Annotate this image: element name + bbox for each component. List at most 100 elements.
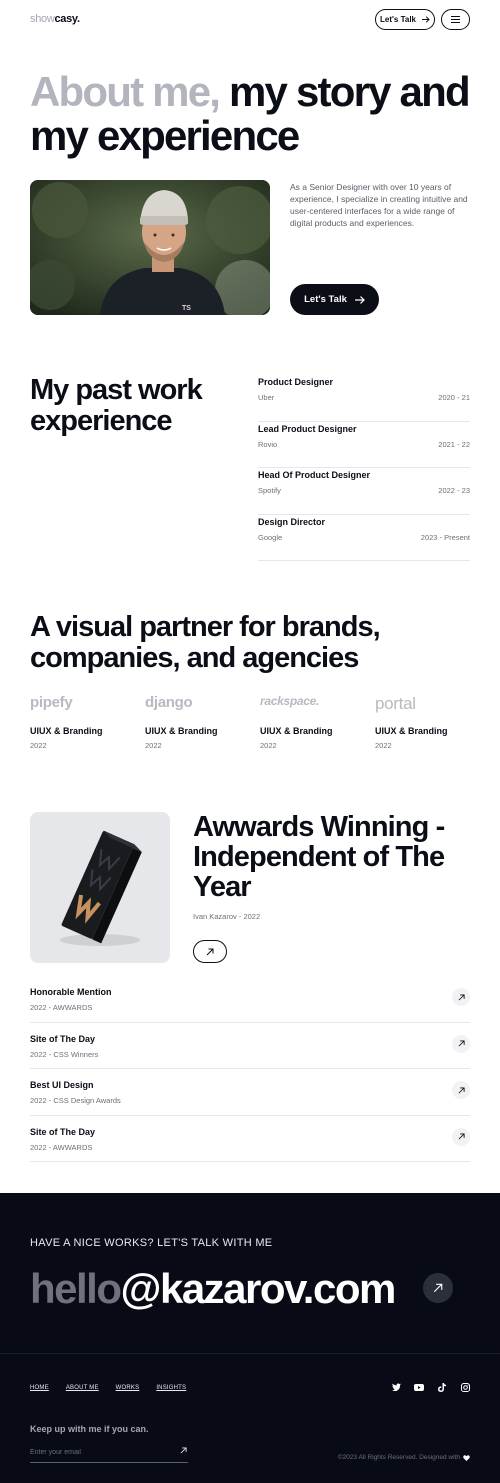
- partner-card[interactable]: portal UIUX & Branding 2022: [375, 694, 490, 750]
- arrow-up-right-icon: [458, 993, 465, 1000]
- experience-period: 2021 - 22: [438, 439, 470, 449]
- partner-year: 2022: [375, 741, 392, 750]
- twitter-icon[interactable]: [391, 1382, 401, 1392]
- award-name: Site of The Day: [30, 1033, 96, 1044]
- awards-link-button[interactable]: [193, 940, 227, 963]
- award-name: Honorable Mention: [30, 987, 112, 997]
- awards-subtitle: Ivan Kazarov - 2022: [193, 912, 261, 921]
- experience-item: Design Director Google 2023 - Present: [258, 515, 470, 561]
- experience-item: Lead Product Designer Rovio 2021 - 22: [258, 422, 470, 468]
- header-lets-talk-label: Let's Talk: [380, 15, 416, 24]
- site-header: showcasy. Let's Talk: [0, 0, 500, 40]
- instagram-icon[interactable]: [460, 1382, 470, 1392]
- award-row[interactable]: Site of The Day 2022 - AWWARDS: [30, 1116, 470, 1162]
- award-trophy-image: [30, 812, 170, 963]
- footer-nav-home[interactable]: HOME: [30, 1385, 49, 1391]
- menu-button[interactable]: [441, 9, 470, 30]
- experience-company: Spotify: [258, 486, 281, 495]
- footer-divider: [0, 1353, 500, 1354]
- youtube-icon[interactable]: [414, 1382, 424, 1392]
- arrow-up-right-icon: [180, 1446, 187, 1453]
- partner-year: 2022: [260, 741, 277, 750]
- hamburger-icon: [451, 16, 460, 23]
- arrow-up-right-icon: [458, 1040, 465, 1047]
- partner-category: UIUX & Branding: [260, 726, 333, 736]
- partner-card[interactable]: django UIUX & Branding 2022: [145, 694, 260, 750]
- experience-period: 2022 - 23: [438, 486, 470, 495]
- newsletter-heading: Keep up with me if you can.: [30, 1424, 149, 1434]
- portrait-photo: TS: [30, 180, 270, 315]
- header-lets-talk-button[interactable]: Let's Talk: [375, 9, 435, 30]
- experience-company: Uber: [258, 393, 275, 402]
- award-link[interactable]: [452, 1127, 470, 1146]
- award-name: Site of The Day: [30, 1126, 96, 1137]
- copyright-text: ©2023 All Rights Reserved. Designed with: [338, 1454, 470, 1461]
- award-link[interactable]: [452, 1081, 470, 1099]
- partners-heading: A visual partner for brands, companies, …: [30, 611, 381, 674]
- newsletter-email-input[interactable]: [30, 1443, 188, 1463]
- award-row[interactable]: Site of The Day 2022 - CSS Winners: [30, 1023, 470, 1069]
- experience-role: Design Director: [258, 516, 326, 527]
- email-send-button[interactable]: [423, 1273, 453, 1303]
- arrow-right-icon: [422, 16, 430, 23]
- award-meta: 2022 - AWWARDS: [30, 1142, 93, 1152]
- experience-item: Product Designer Uber 2020 - 21: [258, 375, 470, 422]
- award-link[interactable]: [452, 1034, 470, 1053]
- heart-icon: [463, 1454, 470, 1461]
- experience-company: Rovio: [258, 439, 278, 449]
- page-title-grey: About me,: [30, 68, 221, 115]
- logo-light-part: show: [30, 13, 55, 25]
- portal-logo: portal: [375, 694, 416, 713]
- experience-period: 2020 - 21: [438, 393, 470, 402]
- pipefy-logo: pipefy: [30, 694, 73, 711]
- contact-email-link[interactable]: hello@kazarov.com: [30, 1265, 397, 1312]
- footer-nav-works[interactable]: WORKS: [116, 1385, 140, 1391]
- hero-lets-talk-button[interactable]: Let's Talk: [290, 284, 379, 315]
- award-name: Best UI Design: [30, 1080, 94, 1090]
- footer-nav: HOME ABOUT ME WORKS INSIGHTS: [30, 1385, 186, 1391]
- awards-list: Honorable Mention 2022 - AWWARDS Site of…: [30, 976, 470, 1162]
- arrow-up-right-icon: [206, 948, 214, 955]
- experience-list: Product Designer Uber 2020 - 21 Lead Pro…: [258, 375, 470, 561]
- experience-period: 2023 - Present: [420, 532, 470, 542]
- footer-nav-about[interactable]: ABOUT ME: [66, 1385, 99, 1391]
- hero-lets-talk-label: Let's Talk: [304, 294, 347, 305]
- partner-category: UIUX & Branding: [145, 726, 218, 736]
- award-row[interactable]: Best UI Design 2022 - CSS Design Awards: [30, 1069, 470, 1116]
- arrow-up-right-icon: [458, 1086, 465, 1093]
- experience-role: Head Of Product Designer: [258, 470, 371, 480]
- experience-role: Lead Product Designer: [258, 423, 357, 434]
- site-logo[interactable]: showcasy.: [30, 13, 80, 25]
- tiktok-icon[interactable]: [437, 1382, 447, 1392]
- intro-text: As a Senior Designer with over 10 years …: [290, 182, 468, 228]
- email-white-part: @kazarov.com: [120, 1265, 397, 1312]
- award-link[interactable]: [452, 988, 470, 1006]
- experience-role: Product Designer: [258, 377, 334, 387]
- experience-item: Head Of Product Designer Spotify 2022 - …: [258, 468, 470, 515]
- award-meta: 2022 - AWWARDS: [30, 1003, 93, 1012]
- award-meta: 2022 - CSS Design Awards: [30, 1096, 121, 1105]
- experience-heading: My past work experience: [30, 374, 203, 437]
- partner-category: UIUX & Branding: [375, 726, 448, 736]
- awards-heading: Awwards Winning - Independent of The Yea…: [193, 811, 445, 903]
- newsletter-submit-button[interactable]: [177, 1444, 189, 1456]
- arrow-up-right-icon: [433, 1283, 443, 1293]
- partner-category: UIUX & Branding: [30, 726, 103, 736]
- copyright-label: ©2023 All Rights Reserved. Designed with: [337, 1454, 460, 1461]
- experience-company: Google: [258, 532, 283, 542]
- partner-list: pipefy UIUX & Branding 2022 django UIUX …: [30, 694, 490, 750]
- partner-card[interactable]: pipefy UIUX & Branding 2022: [30, 694, 145, 750]
- footer-cta-text: HAVE A NICE WORKS? LET'S TALK WITH ME: [30, 1237, 273, 1249]
- footer-nav-insights[interactable]: INSIGHTS: [156, 1385, 186, 1391]
- arrow-right-icon: [354, 295, 365, 304]
- arrow-up-right-icon: [458, 1133, 465, 1140]
- email-grey-part: hello: [30, 1265, 122, 1312]
- partner-year: 2022: [30, 741, 47, 750]
- svg-text:TS: TS: [182, 305, 191, 312]
- social-links: [391, 1382, 470, 1392]
- partner-card[interactable]: rackspace. UIUX & Branding 2022: [260, 694, 375, 750]
- site-footer: HAVE A NICE WORKS? LET'S TALK WITH ME he…: [0, 1193, 500, 1483]
- award-meta: 2022 - CSS Winners: [30, 1049, 99, 1059]
- award-row[interactable]: Honorable Mention 2022 - AWWARDS: [30, 976, 470, 1023]
- logo-bold-part: casy.: [54, 13, 80, 25]
